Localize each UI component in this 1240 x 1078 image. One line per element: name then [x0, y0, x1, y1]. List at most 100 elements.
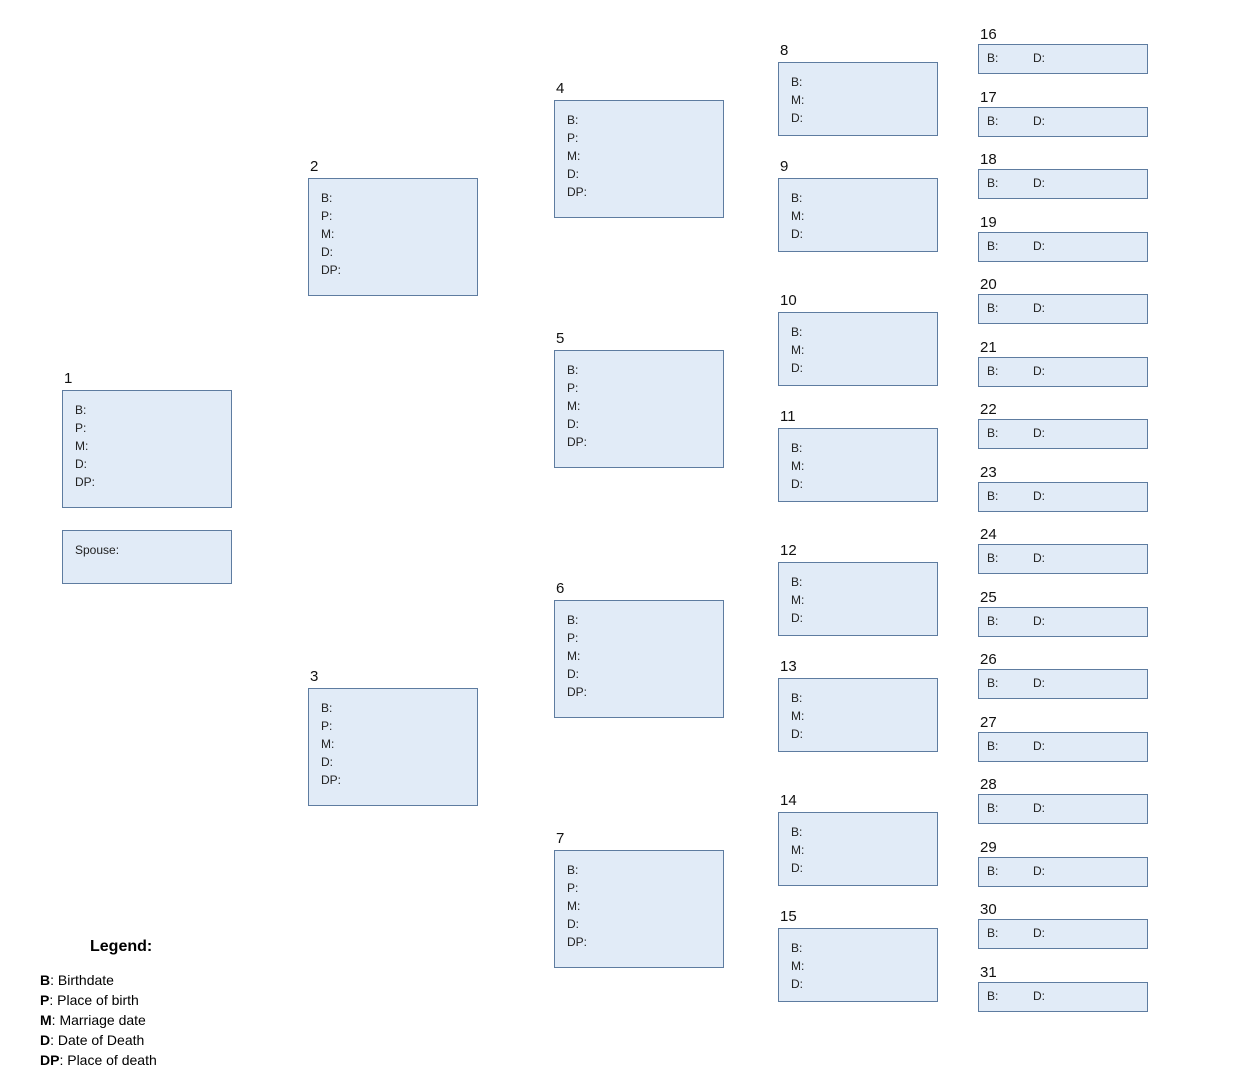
field-B: B:	[987, 926, 1033, 940]
field-D: D:	[791, 475, 925, 493]
field-B: B:	[987, 364, 1033, 378]
field-D: D:	[75, 455, 219, 473]
field-D: D:	[791, 725, 925, 743]
legend-row: M: Marriage date	[40, 1010, 157, 1030]
box-14-num: 14	[780, 792, 797, 809]
box-27: B:D:	[978, 732, 1148, 762]
field-B: B:	[791, 323, 925, 341]
field-P: P:	[567, 129, 711, 147]
field-D: D:	[1033, 926, 1045, 940]
field-B: B:	[791, 573, 925, 591]
box-15-num: 15	[780, 908, 797, 925]
box-4-num: 4	[556, 80, 564, 97]
box-21: B:D:	[978, 357, 1148, 387]
box-2: B: P: M: D: DP:	[308, 178, 478, 296]
field-M: M:	[791, 957, 925, 975]
field-B: B:	[567, 611, 711, 629]
box-4: B: P: M: D: DP:	[554, 100, 724, 218]
box-17: B:D:	[978, 107, 1148, 137]
legend-row: DP: Place of death	[40, 1050, 157, 1070]
field-M: M:	[791, 707, 925, 725]
field-B: B:	[987, 739, 1033, 753]
field-P: P:	[321, 207, 465, 225]
field-D: D:	[791, 859, 925, 877]
field-M: M:	[567, 647, 711, 665]
box-spouse: Spouse:	[62, 530, 232, 584]
box-24: B:D:	[978, 544, 1148, 574]
field-B: B:	[567, 361, 711, 379]
field-DP: DP:	[75, 473, 219, 491]
field-D: D:	[321, 243, 465, 261]
field-D: D:	[1033, 426, 1045, 440]
box-7: B: P: M: D: DP:	[554, 850, 724, 968]
field-B: B:	[987, 801, 1033, 815]
field-M: M:	[567, 397, 711, 415]
box-27-num: 27	[980, 714, 997, 731]
field-D: D:	[791, 109, 925, 127]
box-31-num: 31	[980, 964, 997, 981]
box-5-num: 5	[556, 330, 564, 347]
box-12-num: 12	[780, 542, 797, 559]
field-B: B:	[567, 861, 711, 879]
field-DP: DP:	[567, 933, 711, 951]
field-DP: DP:	[567, 683, 711, 701]
field-B: B:	[791, 689, 925, 707]
field-B: B:	[987, 989, 1033, 1003]
field-M: M:	[321, 225, 465, 243]
box-13-num: 13	[780, 658, 797, 675]
box-17-num: 17	[980, 89, 997, 106]
field-D: D:	[1033, 301, 1045, 315]
field-B: B:	[791, 439, 925, 457]
field-D: D:	[1033, 239, 1045, 253]
field-DP: DP:	[321, 261, 465, 279]
box-1: B: P: M: D: DP:	[62, 390, 232, 508]
box-28-num: 28	[980, 776, 997, 793]
field-B: B:	[791, 823, 925, 841]
field-DP: DP:	[567, 433, 711, 451]
field-D: D:	[791, 359, 925, 377]
field-Spouse: Spouse:	[75, 541, 219, 559]
field-B: B:	[987, 614, 1033, 628]
box-16: B:D:	[978, 44, 1148, 74]
box-18-num: 18	[980, 151, 997, 168]
box-30-num: 30	[980, 901, 997, 918]
field-B: B:	[987, 176, 1033, 190]
field-D: D:	[1033, 676, 1045, 690]
field-M: M:	[791, 207, 925, 225]
field-B: B:	[75, 401, 219, 419]
box-16-num: 16	[980, 26, 997, 43]
box-7-num: 7	[556, 830, 564, 847]
field-D: D:	[1033, 51, 1045, 65]
field-D: D:	[1033, 489, 1045, 503]
field-D: D:	[567, 165, 711, 183]
field-DP: DP:	[567, 183, 711, 201]
box-31: B:D:	[978, 982, 1148, 1012]
box-2-num: 2	[310, 158, 318, 175]
field-D: D:	[1033, 739, 1045, 753]
box-23-num: 23	[980, 464, 997, 481]
field-P: P:	[567, 629, 711, 647]
field-D: D:	[567, 915, 711, 933]
field-D: D:	[1033, 864, 1045, 878]
box-22-num: 22	[980, 401, 997, 418]
field-P: P:	[75, 419, 219, 437]
field-D: D:	[1033, 989, 1045, 1003]
field-B: B:	[987, 426, 1033, 440]
box-15: B: M: D:	[778, 928, 938, 1002]
box-8-num: 8	[780, 42, 788, 59]
legend-row: D: Date of Death	[40, 1030, 157, 1050]
field-M: M:	[791, 591, 925, 609]
box-24-num: 24	[980, 526, 997, 543]
box-26: B:D:	[978, 669, 1148, 699]
field-B: B:	[321, 189, 465, 207]
field-B: B:	[987, 864, 1033, 878]
field-B: B:	[987, 301, 1033, 315]
box-9: B: M: D:	[778, 178, 938, 252]
box-8: B: M: D:	[778, 62, 938, 136]
field-B: B:	[987, 51, 1033, 65]
box-25-num: 25	[980, 589, 997, 606]
field-B: B:	[987, 489, 1033, 503]
box-29-num: 29	[980, 839, 997, 856]
box-26-num: 26	[980, 651, 997, 668]
field-P: P:	[567, 879, 711, 897]
